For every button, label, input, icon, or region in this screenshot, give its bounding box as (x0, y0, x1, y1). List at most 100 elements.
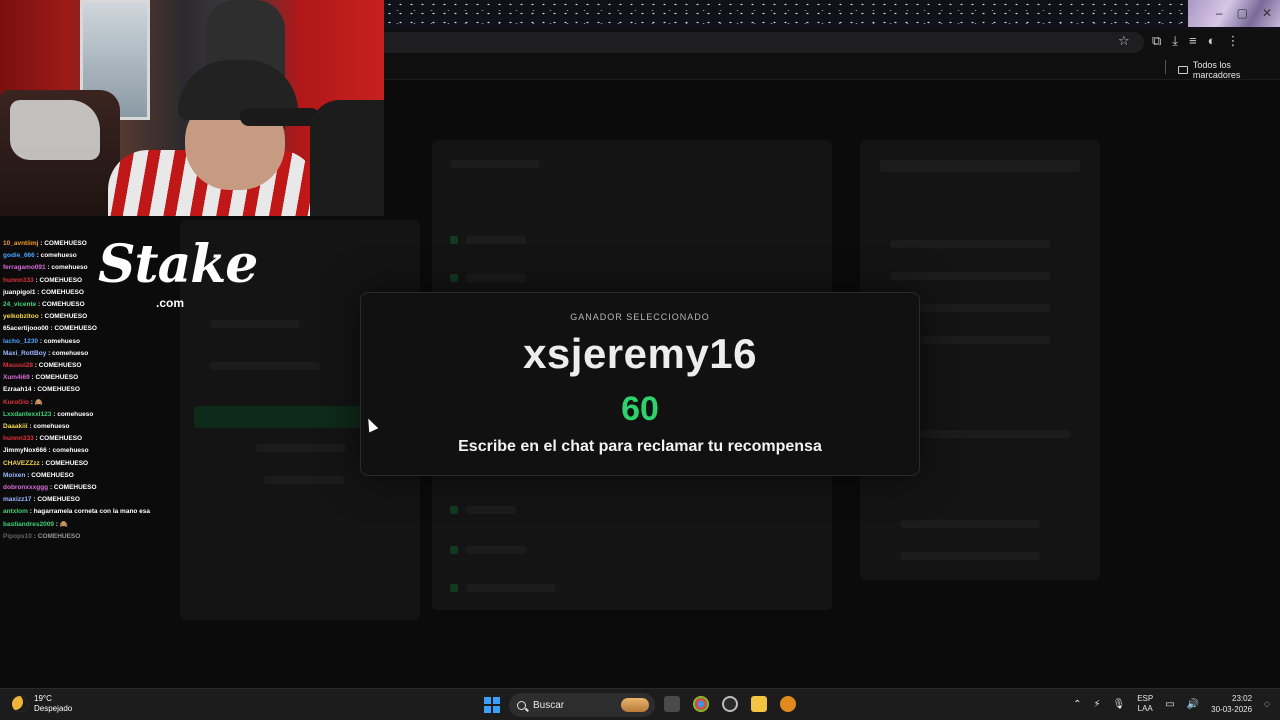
cam-clothes (10, 100, 100, 160)
windows-start-icon[interactable] (484, 697, 500, 713)
chat-username[interactable]: CHAVEZZzz (3, 460, 40, 467)
weather-widget[interactable]: 19°C Despejado (12, 694, 72, 714)
chat-message: 65acertijooo00 : COMEHUESO (3, 325, 97, 333)
chat-username[interactable]: Pipops10 (3, 533, 32, 540)
faded-row (466, 546, 526, 554)
chat-text: COMEHUESO (37, 386, 80, 394)
chat-message: bastiandres2009 : 🙈 (3, 520, 68, 528)
chat-username[interactable]: 24_vicente (3, 301, 36, 308)
task-view-icon[interactable] (664, 696, 680, 712)
chat-username[interactable]: godie_666 (3, 252, 35, 259)
chevron-up-icon[interactable]: ⌃ (1073, 699, 1081, 710)
chat-text: comehueso (33, 423, 70, 431)
system-tray: ⌃ ⚡ 🎙 ESP LAA ▭ 🔊 23:02 30-03-2026 ◌ (1073, 693, 1270, 715)
media-player-icon[interactable] (780, 696, 796, 712)
faded-check (450, 584, 458, 592)
chat-text: hagarramela corneta con la mano esa (33, 508, 151, 516)
chat-username[interactable]: hunnn333 (3, 435, 34, 442)
chat-text: COMEHUESO (37, 532, 81, 540)
winner-username: xsjeremy16 (523, 330, 757, 377)
chat-text: COMEHUESO (44, 240, 87, 247)
chat-message: 10_avntiimj : COMEHUESO (3, 240, 87, 247)
chat-message: godie_666 : comehueso (3, 252, 77, 260)
chat-username[interactable]: Moixen (3, 472, 25, 479)
chat-message: hunnn333 : COMEHUESO (3, 435, 83, 443)
volume-icon[interactable]: 🔊 (1187, 699, 1199, 710)
winner-modal: GANADOR SELECCIONADO xsjeremy16 60 Escri… (360, 292, 920, 476)
chat-message: maxizz17 : COMEHUESO (3, 496, 80, 504)
chat-username[interactable]: Xum4i69 (3, 374, 30, 381)
chat-text: comehueso (43, 337, 80, 345)
search-icon (517, 700, 526, 710)
chat-text: comehueso (57, 410, 94, 418)
network-off-icon[interactable]: ⚡ (1093, 699, 1100, 710)
chat-message: Ezraah14 : COMEHUESO (3, 386, 80, 394)
chat-username[interactable]: 10_avntiimj (3, 240, 38, 247)
file-explorer-icon[interactable] (751, 696, 767, 712)
chat-text: COMEHUESO (44, 313, 88, 321)
chat-username[interactable]: maxizz17 (3, 496, 32, 503)
chat-username[interactable]: 65acertijooo00 (3, 325, 49, 332)
folder-icon (1178, 66, 1188, 74)
browser-toolbar: ☆ ⧉ ⤓ ≡ ◐ ⋮ (384, 30, 1280, 54)
chat-username[interactable]: Maxi_RottBoy (3, 350, 46, 357)
display-icon[interactable]: ▭ (1165, 699, 1174, 710)
close-button[interactable]: ✕ (1262, 6, 1272, 20)
language-indicator[interactable]: ESP LAA (1137, 694, 1153, 714)
chrome-icon[interactable] (693, 696, 709, 712)
address-bar[interactable] (384, 32, 1144, 53)
cam-person-right (310, 100, 384, 216)
faded-row (210, 320, 300, 328)
chat-username[interactable]: Ezraah14 (3, 386, 32, 393)
profile-icon[interactable]: ◐ (1208, 33, 1216, 49)
chat-username[interactable]: hunnn333 (3, 277, 34, 284)
chat-username[interactable]: KuroGio (3, 399, 29, 406)
chat-text: COMEHUESO (35, 374, 79, 382)
clock-date: 30-03-2026 (1211, 705, 1253, 714)
chat-username[interactable]: lacho_1230 (3, 338, 38, 345)
faded-heading (880, 160, 1080, 172)
search-highlight-icon (621, 698, 649, 712)
chat-username[interactable]: yeikobzitoo (3, 313, 39, 320)
extensions-icon[interactable]: ⧉ (1152, 33, 1161, 49)
chat-message: ferragamo091 : comehueso (3, 264, 88, 272)
chat-message: hunnn333 : COMEHUESO (3, 276, 83, 284)
chat-text: COMEHUESO (53, 484, 97, 492)
all-bookmarks-folder[interactable]: Todos los marcadores (1178, 60, 1280, 80)
maximize-button[interactable]: ▢ (1237, 6, 1248, 20)
browser-titlebar: – ▢ ✕ (384, 0, 1280, 30)
faded-check (450, 236, 458, 244)
chat-username[interactable]: Lxxdantexxl123 (3, 411, 51, 418)
chat-username[interactable]: antxlom (3, 508, 28, 515)
chat-username[interactable]: Daaakiii (3, 423, 28, 430)
chat-message: Pipops10 : COMEHUESO (3, 532, 81, 540)
chat-username[interactable]: Mauuui28 (3, 362, 33, 369)
chat-username[interactable]: dobronxxxggg (3, 484, 48, 491)
obs-icon[interactable] (722, 696, 738, 712)
chat-text: 🙈 (59, 520, 68, 528)
minimize-button[interactable]: – (1216, 6, 1223, 20)
bookmark-star-icon[interactable]: ☆ (1118, 33, 1130, 49)
chat-username[interactable]: JimmyNox666 (3, 447, 47, 454)
chat-username[interactable]: bastiandres2009 (3, 521, 54, 528)
faded-check (450, 274, 458, 282)
chat-message: 24_vicente : COMEHUESO (3, 301, 85, 309)
screen: { "browser": { "bookmarks_folder_label":… (0, 0, 1280, 720)
chat-text: COMEHUESO (39, 435, 83, 443)
chat-username[interactable]: ferragamo091 (3, 264, 46, 271)
menu-icon[interactable]: ⋮ (1227, 33, 1240, 49)
media-controls-icon[interactable]: ≡ (1189, 33, 1197, 49)
lang-line1: ESP (1137, 694, 1154, 703)
download-icon[interactable]: ⤓ (1172, 33, 1178, 49)
winner-label: GANADOR SELECCIONADO (570, 312, 710, 322)
microphone-icon[interactable]: 🎙 (1113, 699, 1126, 710)
chat-message: Xum4i69 : COMEHUESO (3, 374, 79, 382)
faded-row (890, 272, 1050, 280)
chat-message: Lxxdantexxl123 : comehueso (3, 410, 94, 418)
taskbar-search[interactable]: Buscar (509, 693, 655, 717)
clock[interactable]: 23:02 30-03-2026 (1211, 693, 1252, 715)
chat-text: comehueso (40, 252, 77, 260)
notifications-icon[interactable]: ◌ (1264, 699, 1270, 710)
all-bookmarks-label: Todos los marcadores (1192, 60, 1241, 80)
chat-username[interactable]: juanpigol1 (3, 289, 36, 296)
